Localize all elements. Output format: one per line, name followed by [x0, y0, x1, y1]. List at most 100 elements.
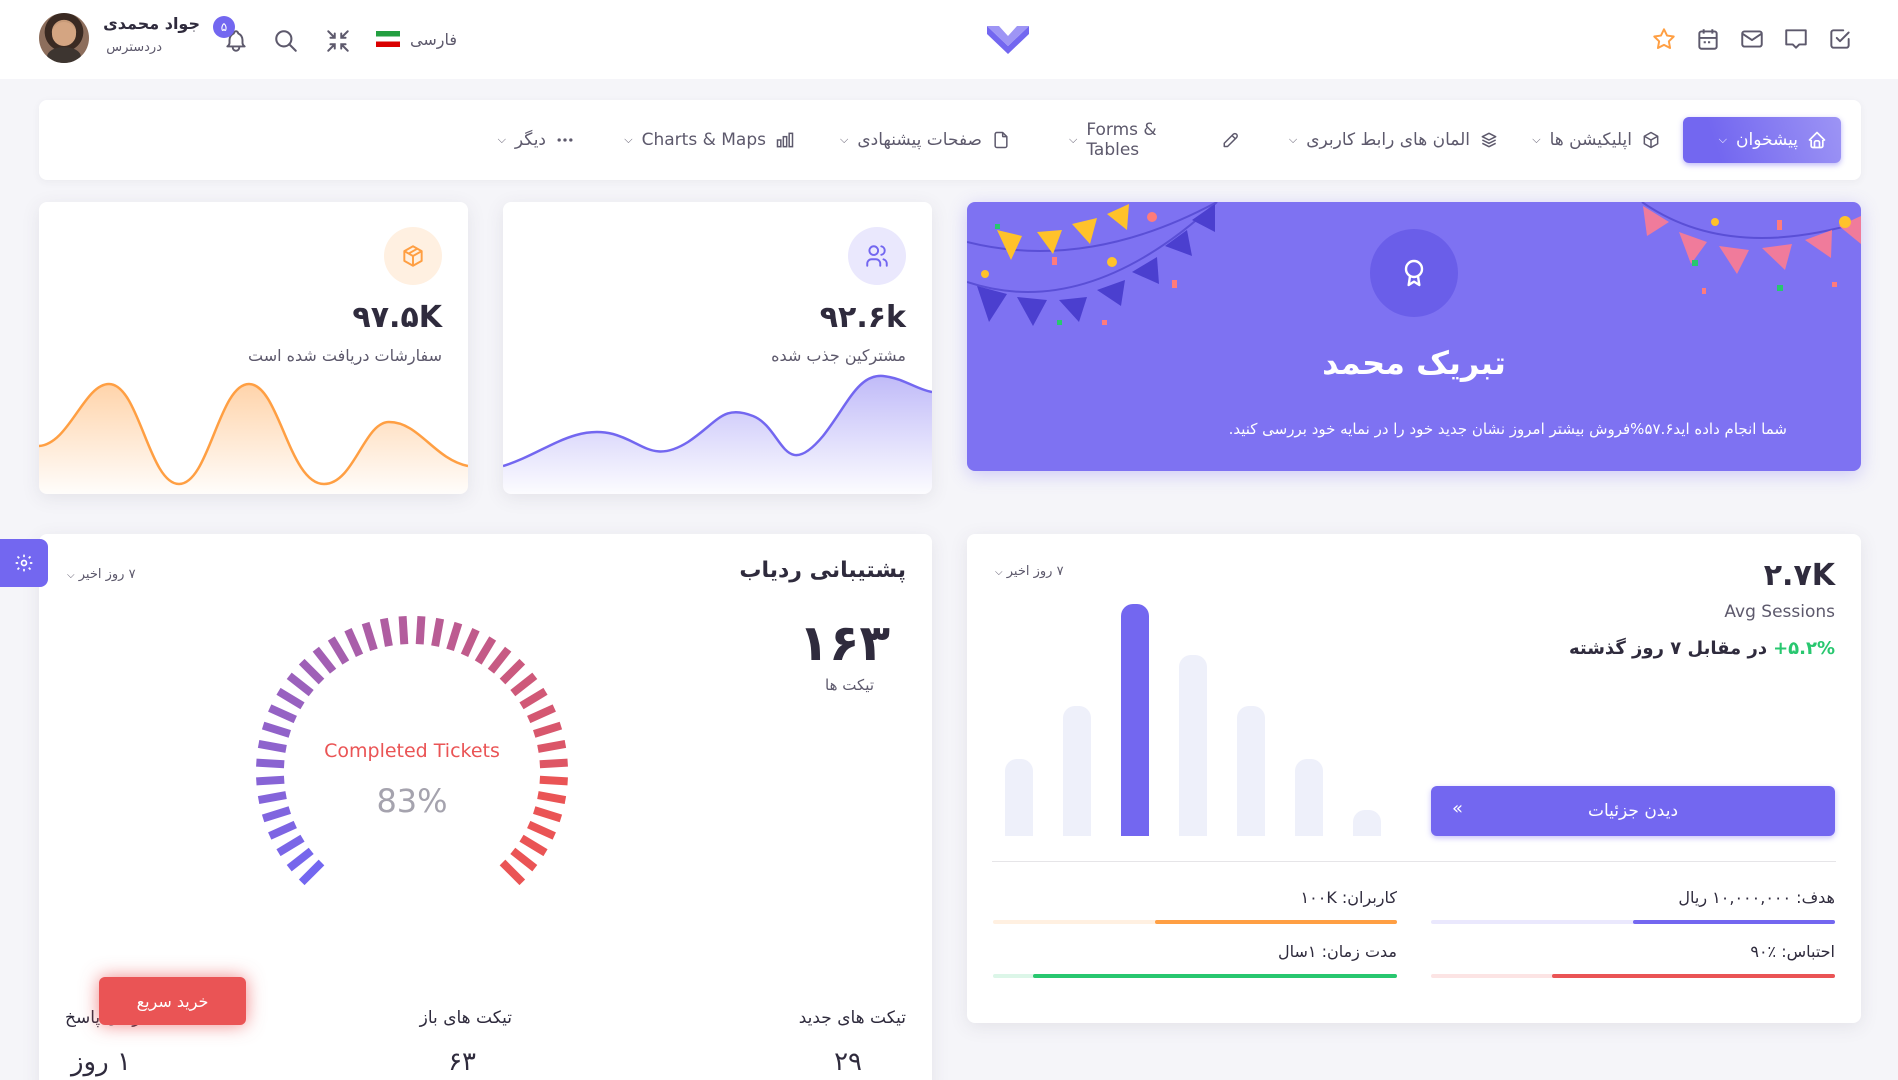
chevron-down-icon: ⌵: [1069, 133, 1078, 146]
calendar-icon[interactable]: [1693, 24, 1723, 54]
gauge-tick: [298, 859, 325, 886]
sessions-stat-progress-fill: [1155, 920, 1397, 924]
gauge-tick: [474, 636, 497, 665]
nav-item-charts-maps[interactable]: Charts & Maps ⌵: [609, 117, 809, 163]
chat-icon[interactable]: [1781, 24, 1811, 54]
support-stat-new-label: تیکت های جدید: [798, 1008, 906, 1028]
gauge-tick: [499, 658, 526, 685]
orders-value: ۹۷.۵K: [352, 300, 442, 335]
language-switcher[interactable]: فارسی: [376, 26, 457, 52]
brand-logo[interactable]: [985, 22, 1031, 56]
nav-item-apps[interactable]: اپلیکیشن ها ⌵: [1505, 117, 1675, 163]
chevron-down-icon: ⌵: [624, 133, 633, 146]
congrats-text: شما انجام داده اید۵۷.۶%فروش بیشتر امروز …: [1228, 420, 1787, 438]
sessions-value: ۲.۷K: [1763, 558, 1835, 593]
sessions-stat-label: مدت زمان: ۱سال: [1277, 942, 1397, 961]
gauge-tick: [537, 739, 567, 753]
gauge-tick: [261, 806, 291, 823]
nav-item-forms-tables[interactable]: Forms & Tables ⌵: [1055, 117, 1255, 163]
chart-icon: [776, 132, 794, 148]
user-avatar[interactable]: [39, 13, 89, 63]
nav-item-pages[interactable]: صفحات پیشنهادی ⌵: [825, 117, 1025, 163]
sessions-bar: [1295, 759, 1323, 836]
sessions-bar: [1179, 655, 1207, 836]
package-avatar: [384, 227, 442, 285]
sessions-stat-label: احتباس: ٪۹۰: [1750, 942, 1835, 961]
double-chevron-left-icon: «: [1451, 798, 1463, 819]
pencil-icon: [1223, 132, 1239, 148]
gauge-tick: [276, 834, 305, 857]
congrats-title: تبریک محمد: [1322, 344, 1506, 382]
support-range-label: ۷ روز اخیر: [78, 567, 136, 582]
sessions-bar: [1121, 604, 1149, 836]
support-title: پشتیبانی ردیاب: [739, 558, 906, 583]
gauge-tick: [256, 758, 285, 769]
nav-item-label: المان های رابط کاربری: [1306, 130, 1470, 150]
sessions-bar: [1353, 810, 1381, 836]
chevron-down-icon: ⌵: [497, 133, 506, 146]
nav-item-ui-elements[interactable]: المان های رابط کاربری ⌵: [1247, 117, 1513, 163]
nav-item-label: اپلیکیشن ها: [1549, 130, 1632, 150]
support-total: ۱۶۳: [798, 614, 890, 672]
search-icon[interactable]: [271, 26, 301, 56]
gauge-tick: [261, 721, 291, 738]
gauge-tick: [510, 847, 538, 872]
gauge-tick: [379, 617, 393, 647]
gauge-tick: [527, 704, 556, 724]
iran-flag-icon: [376, 31, 400, 47]
chevron-down-icon: ⌵: [67, 570, 75, 581]
chevron-down-icon: ⌵: [1288, 133, 1298, 146]
gauge-tick: [533, 721, 563, 738]
orders-stat-card: ۹۷.۵K سفارشات دریافت شده است: [39, 202, 468, 494]
sessions-stat-progress-fill: [1633, 920, 1835, 924]
gauge-tick: [298, 658, 325, 685]
support-range-dropdown[interactable]: ۷ روز اخیر ⌵: [67, 567, 136, 582]
sessions-stat-label: هدف: ۱۰,۰۰۰,۰۰۰ ریال: [1678, 888, 1835, 907]
buy-now-button[interactable]: خرید سریع: [99, 977, 246, 1025]
dots-icon: [557, 138, 573, 142]
top-navbar: فارسی ۵ جواد محمدی دردسترس: [0, 0, 1898, 79]
gauge-tick: [327, 636, 350, 665]
nav-item-label: دیگر: [514, 130, 546, 150]
sessions-change: +۵.۲% در مقابل ۷ روز گذشته: [1569, 638, 1835, 659]
gauge-tick: [398, 616, 409, 645]
sessions-label: Avg Sessions: [1724, 602, 1835, 622]
users-avatar: [848, 227, 906, 285]
package-icon: [403, 245, 423, 267]
customers-label: مشترکین جذب شده: [771, 346, 906, 365]
gauge-value: 83%: [376, 782, 448, 820]
sessions-change-text: در مقابل ۷ روز گذشته: [1568, 638, 1768, 659]
support-total-label: تیکت ها: [825, 676, 874, 694]
mail-icon[interactable]: [1737, 24, 1767, 54]
gauge-tick: [276, 687, 305, 710]
sessions-range-dropdown[interactable]: ۷ روز اخیر ⌵: [995, 564, 1064, 579]
chevron-down-icon: ⌵: [1718, 133, 1727, 146]
home-icon: [1808, 131, 1826, 149]
support-stat-response-value: ۱ روز: [71, 1047, 131, 1077]
customizer-toggle[interactable]: [0, 539, 48, 587]
nav-item-dashboard[interactable]: پیشخوان ⌵: [1683, 117, 1841, 163]
gauge-tick: [286, 847, 314, 872]
collapse-fullscreen-icon[interactable]: [323, 26, 353, 56]
view-details-button[interactable]: دیدن جزئیات «: [1431, 786, 1835, 836]
gauge-tick: [446, 621, 463, 651]
award-avatar: [1370, 229, 1458, 317]
chevron-down-icon: ⌵: [995, 567, 1003, 578]
gauge-tick: [344, 628, 364, 657]
divider: [992, 861, 1836, 862]
users-icon: [866, 245, 888, 267]
customers-area-chart: [503, 374, 932, 494]
user-name[interactable]: جواد محمدی: [100, 14, 200, 33]
nav-item-label: پیشخوان: [1736, 130, 1798, 150]
notification-badge: ۵: [213, 16, 235, 38]
nav-item-other[interactable]: دیگر ⌵: [439, 117, 589, 163]
gauge-tick: [487, 646, 512, 674]
gauge-tick: [527, 820, 556, 840]
chevron-down-icon: ⌵: [840, 133, 849, 146]
checkbox-icon[interactable]: [1825, 24, 1855, 54]
gauge-tick: [519, 687, 548, 710]
gauge-tick: [431, 617, 445, 647]
star-icon[interactable]: [1649, 24, 1679, 54]
customers-value: ۹۲.۶k: [819, 300, 906, 335]
nav-item-label: Forms & Tables: [1086, 120, 1157, 160]
